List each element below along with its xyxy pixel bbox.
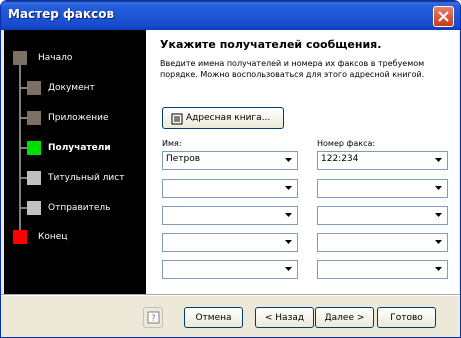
chevron-down-icon <box>435 213 442 217</box>
recipient-name-combo[interactable] <box>162 233 298 252</box>
address-book-icon <box>171 113 183 125</box>
chevron-down-icon <box>435 186 442 190</box>
dropdown-arrow-button[interactable] <box>282 153 296 168</box>
recipient-fax-combo[interactable] <box>317 260 448 279</box>
dropdown-arrow-button[interactable] <box>432 235 446 250</box>
wizard-content: Укажите получателей сообщения. Введите и… <box>146 30 459 294</box>
dropdown-arrow-button[interactable] <box>282 208 296 223</box>
help-icon: ? <box>147 311 160 324</box>
fax-wizard-window: Мастер факсов Начало Документ Приложение… <box>0 0 461 338</box>
dropdown-arrow-button[interactable] <box>432 181 446 196</box>
name-column-label: Имя: <box>162 139 182 148</box>
recipient-name-combo[interactable] <box>162 206 298 225</box>
chevron-down-icon <box>285 267 292 271</box>
back-button[interactable]: < Назад <box>255 307 314 328</box>
next-button[interactable]: Далее > <box>315 307 374 328</box>
steps-branch-lines <box>21 87 27 209</box>
chevron-down-icon <box>435 158 442 162</box>
dropdown-arrow-button[interactable] <box>282 262 296 277</box>
chevron-down-icon <box>285 240 292 244</box>
recipient-fax-value: 122:234 <box>321 154 359 164</box>
recipient-fax-combo[interactable] <box>317 206 448 225</box>
chevron-down-icon <box>285 213 292 217</box>
address-book-button-label: Адресная книга... <box>186 113 271 123</box>
close-icon <box>438 11 449 22</box>
dropdown-arrow-button[interactable] <box>282 235 296 250</box>
finish-button[interactable]: Готово <box>377 307 436 328</box>
page-description: Введите имена получателей и номера их фа… <box>160 59 425 79</box>
chevron-down-icon <box>435 267 442 271</box>
recipient-name-value: Петров <box>166 154 201 164</box>
recipient-fax-combo[interactable]: 122:234 <box>317 151 448 170</box>
recipient-name-combo[interactable]: Петров <box>162 151 298 170</box>
wizard-steps-sidebar: Начало Документ Приложение Получатели Ти… <box>4 30 146 294</box>
recipient-name-combo[interactable] <box>162 179 298 198</box>
footer-separator <box>1 294 460 296</box>
title-bar[interactable]: Мастер факсов <box>1 1 460 30</box>
recipient-fax-combo[interactable] <box>317 179 448 198</box>
dropdown-arrow-button[interactable] <box>432 208 446 223</box>
dropdown-arrow-button[interactable] <box>282 181 296 196</box>
page-heading: Укажите получателей сообщения. <box>160 38 382 51</box>
svg-text:?: ? <box>151 314 156 324</box>
dropdown-arrow-button[interactable] <box>432 153 446 168</box>
window-title: Мастер факсов <box>8 7 115 21</box>
fax-column-label: Номер факса: <box>317 139 376 148</box>
chevron-down-icon <box>285 186 292 190</box>
help-button[interactable]: ? <box>143 307 163 328</box>
close-button[interactable] <box>433 6 454 27</box>
chevron-down-icon <box>285 158 292 162</box>
cancel-button[interactable]: Отмена <box>184 307 243 328</box>
address-book-button[interactable]: Адресная книга... <box>162 107 284 129</box>
recipient-name-combo[interactable] <box>162 260 298 279</box>
dropdown-arrow-button[interactable] <box>432 262 446 277</box>
chevron-down-icon <box>435 240 442 244</box>
recipient-fax-combo[interactable] <box>317 233 448 252</box>
